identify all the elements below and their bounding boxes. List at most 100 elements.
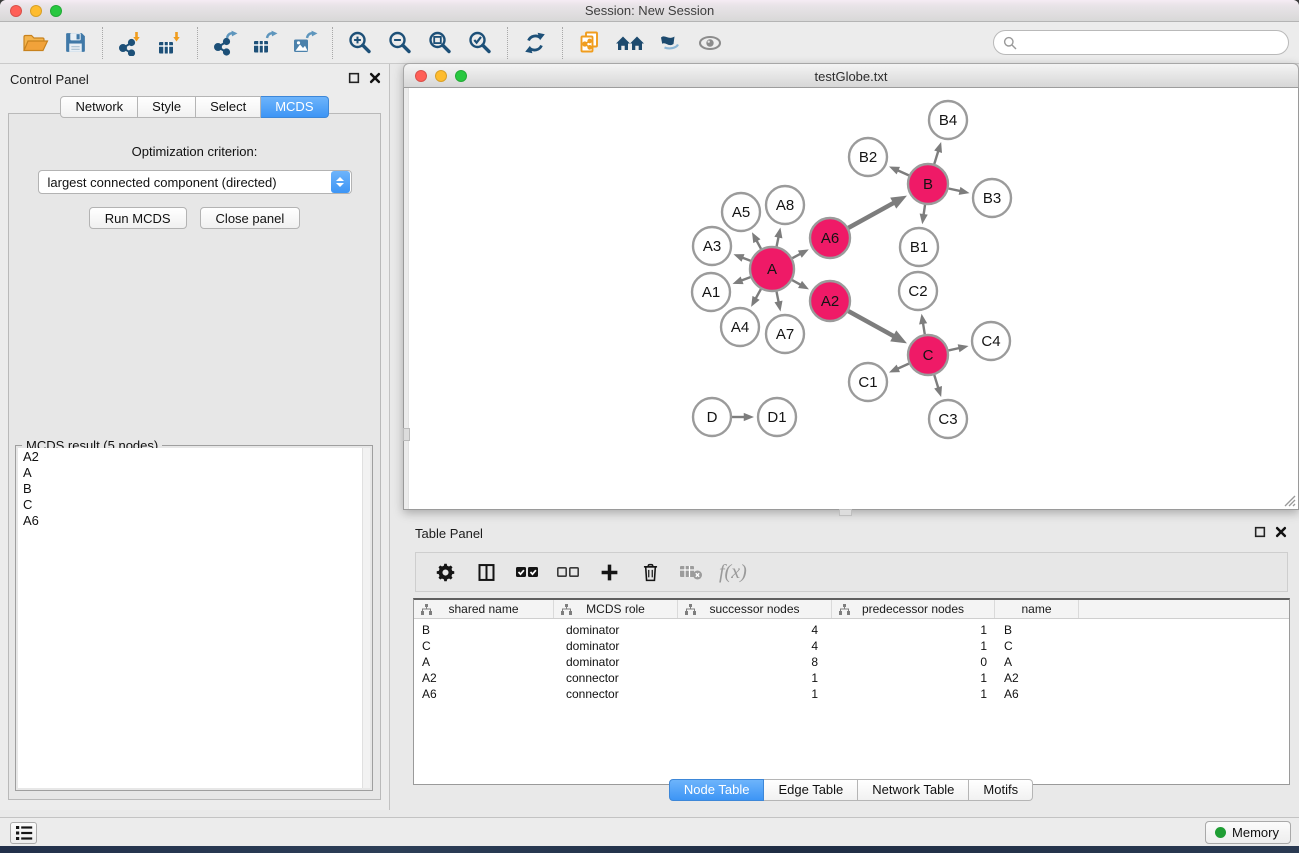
graph-edge-A-A7[interactable] <box>777 292 779 303</box>
graph-node-a1[interactable]: A1 <box>692 273 730 311</box>
graph-node-d[interactable]: D <box>693 398 731 436</box>
tab-edge-table[interactable]: Edge Table <box>764 779 858 801</box>
float-panel-icon[interactable] <box>348 72 360 84</box>
cell[interactable]: 0 <box>832 655 995 669</box>
save-session-icon[interactable] <box>57 27 93 59</box>
graph-node-a4[interactable]: A4 <box>721 308 759 346</box>
cell[interactable]: dominator <box>554 639 678 653</box>
tab-node-table[interactable]: Node Table <box>669 779 765 801</box>
memory-button[interactable]: Memory <box>1205 821 1291 844</box>
tab-network[interactable]: Network <box>60 96 138 118</box>
graph-node-c2[interactable]: C2 <box>899 272 937 310</box>
graph-node-a3[interactable]: A3 <box>693 227 731 265</box>
mcds-result-list[interactable]: A2ABCA6 <box>18 448 370 788</box>
cell[interactable]: A6 <box>414 687 554 701</box>
cell[interactable]: C <box>414 639 554 653</box>
result-item-a6[interactable]: A6 <box>18 513 370 529</box>
result-list-scrollbar[interactable] <box>362 448 370 788</box>
cell[interactable]: B <box>414 623 554 637</box>
graph-node-b[interactable]: B <box>908 164 948 204</box>
network-window-titlebar[interactable]: testGlobe.txt <box>403 63 1299 88</box>
result-item-b[interactable]: B <box>18 481 370 497</box>
column-header-MCDS-role[interactable]: MCDS role <box>554 600 678 618</box>
graph-edge-B-B4[interactable] <box>934 150 938 164</box>
graph-edge-B-B3[interactable] <box>949 188 961 191</box>
zoom-out-icon[interactable] <box>382 27 418 59</box>
graph-node-c3[interactable]: C3 <box>929 400 967 438</box>
splitter-handle[interactable] <box>403 428 410 441</box>
float-table-panel-icon[interactable] <box>1254 526 1266 538</box>
cell[interactable]: 1 <box>678 671 832 685</box>
cell[interactable]: 1 <box>832 687 995 701</box>
graph-node-c1[interactable]: C1 <box>849 363 887 401</box>
tab-network-table[interactable]: Network Table <box>858 779 969 801</box>
window-resize-grip-icon[interactable] <box>1282 493 1296 507</box>
graph-edge-C-C2[interactable] <box>923 322 925 334</box>
network-canvas[interactable]: B4B2BB3A5A8A6A3AB1A1A2C2A4A7C4CC1C3DD1 <box>403 88 1299 510</box>
import-table-icon[interactable] <box>152 27 188 59</box>
graph-node-b2[interactable]: B2 <box>849 138 887 176</box>
cell[interactable]: A <box>995 655 1079 669</box>
graph-edge-A-A8[interactable] <box>777 236 779 246</box>
cell[interactable]: 8 <box>678 655 832 669</box>
cell[interactable]: dominator <box>554 655 678 669</box>
graph-edge-A6-B[interactable] <box>848 202 894 227</box>
graph-node-d1[interactable]: D1 <box>758 398 796 436</box>
graph-node-a2[interactable]: A2 <box>810 281 850 321</box>
cell[interactable]: connector <box>554 671 678 685</box>
graph-node-c4[interactable]: C4 <box>972 322 1010 360</box>
cell[interactable]: A <box>414 655 554 669</box>
function-builder-icon[interactable]: f(x) <box>717 561 747 584</box>
zoom-in-icon[interactable] <box>342 27 378 59</box>
graph-node-c[interactable]: C <box>908 335 948 375</box>
graph-edge-B-B1[interactable] <box>923 205 925 216</box>
node-table[interactable]: shared nameMCDS rolesuccessor nodesprede… <box>413 598 1290 785</box>
delete-table-icon[interactable] <box>676 557 706 587</box>
hide-details-icon[interactable] <box>652 27 688 59</box>
cell[interactable]: connector <box>554 687 678 701</box>
graph-node-a[interactable]: A <box>750 247 794 291</box>
close-panel-button[interactable]: Close panel <box>200 207 301 229</box>
cell[interactable]: C <box>995 639 1079 653</box>
deselect-all-checkboxes-icon[interactable] <box>553 557 583 587</box>
cell[interactable]: 1 <box>678 687 832 701</box>
import-network-icon[interactable] <box>112 27 148 59</box>
graph-edge-C-C4[interactable] <box>948 348 960 351</box>
graph-node-b4[interactable]: B4 <box>929 101 967 139</box>
cell[interactable]: A6 <box>995 687 1079 701</box>
graph-edge-A-A2[interactable] <box>792 280 801 285</box>
cell[interactable]: 1 <box>832 671 995 685</box>
tab-select[interactable]: Select <box>196 96 261 118</box>
horizontal-splitter-handle[interactable] <box>839 509 852 516</box>
settings-gear-icon[interactable] <box>430 557 460 587</box>
export-network-icon[interactable] <box>207 27 243 59</box>
cell[interactable]: A2 <box>414 671 554 685</box>
cell[interactable]: 4 <box>678 623 832 637</box>
refresh-layout-icon[interactable] <box>517 27 553 59</box>
zoom-selected-icon[interactable] <box>462 27 498 59</box>
graph-node-a8[interactable]: A8 <box>766 186 804 224</box>
graph-edge-C-C3[interactable] <box>934 375 938 389</box>
tab-style[interactable]: Style <box>138 96 196 118</box>
open-session-icon[interactable] <box>17 27 53 59</box>
graph-edge-A-A6[interactable] <box>792 253 801 258</box>
graph-node-a7[interactable]: A7 <box>766 315 804 353</box>
delete-column-icon[interactable] <box>635 557 665 587</box>
graph-edge-A-A5[interactable] <box>756 240 761 249</box>
run-mcds-button[interactable]: Run MCDS <box>89 207 187 229</box>
graph-edge-A2-C[interactable] <box>848 311 894 336</box>
column-header-name[interactable]: name <box>995 600 1079 618</box>
table-row-b[interactable]: Bdominator41B <box>414 622 1289 638</box>
result-item-a2[interactable]: A2 <box>18 448 370 465</box>
close-table-panel-icon[interactable] <box>1275 526 1287 538</box>
table-row-a6[interactable]: A6connector11A6 <box>414 686 1289 702</box>
optimization-criterion-select[interactable]: largest connected component (directed) <box>38 170 352 194</box>
graph-edge-C-C1[interactable] <box>897 364 909 369</box>
table-row-a[interactable]: Adominator80A <box>414 654 1289 670</box>
graph-edge-A-A1[interactable] <box>741 277 751 281</box>
graph-node-a5[interactable]: A5 <box>722 193 760 231</box>
table-row-c[interactable]: Cdominator41C <box>414 638 1289 654</box>
search-box[interactable] <box>993 30 1289 55</box>
zoom-fit-icon[interactable] <box>422 27 458 59</box>
result-item-c[interactable]: C <box>18 497 370 513</box>
